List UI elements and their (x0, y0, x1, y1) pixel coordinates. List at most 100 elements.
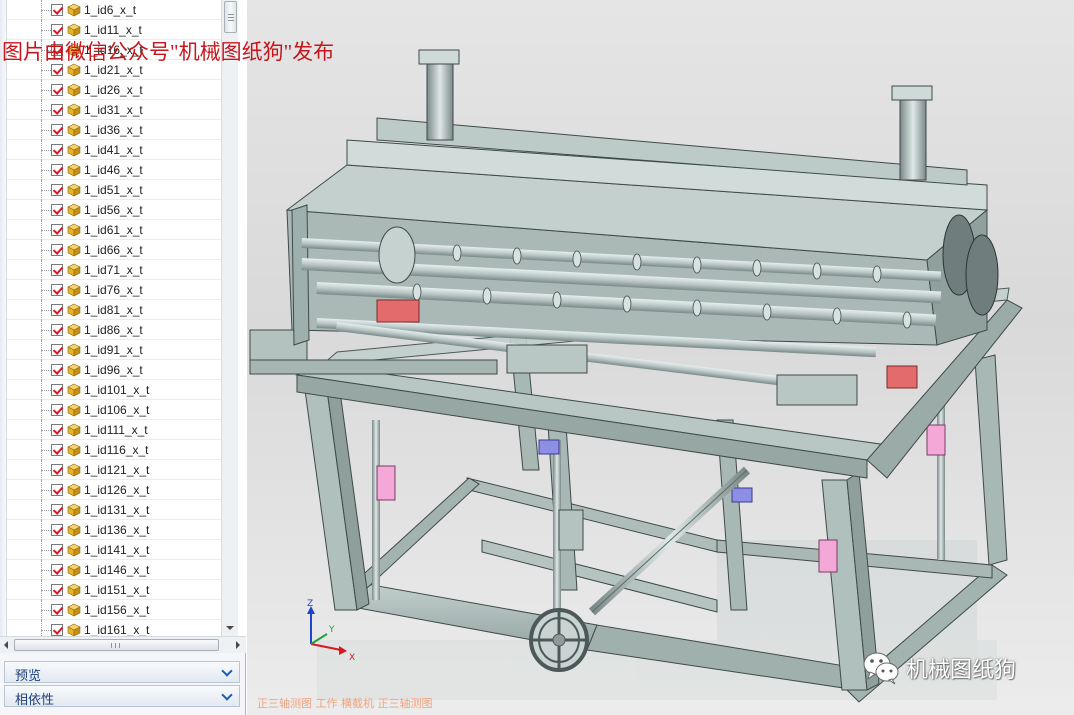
tree-horizontal-scrollbar[interactable] (0, 636, 246, 653)
visibility-checkbox[interactable] (51, 164, 63, 176)
visibility-checkbox[interactable] (51, 584, 63, 596)
chevron-down-icon[interactable] (221, 689, 233, 701)
tree-item-label: 1_id141_x_t (84, 543, 150, 557)
scroll-left-arrow-icon[interactable] (4, 641, 8, 649)
tree-row[interactable]: 1_id46_x_t (7, 160, 221, 180)
tree-row[interactable]: 1_id161_x_t (7, 620, 221, 636)
part-cube-icon (67, 363, 81, 377)
tree-row[interactable]: 1_id141_x_t (7, 540, 221, 560)
tree-connector (41, 610, 51, 611)
tree-row[interactable]: 1_id76_x_t (7, 280, 221, 300)
graphics-viewport[interactable]: Z X Y (247, 0, 1074, 715)
tree-row[interactable]: 1_id151_x_t (7, 580, 221, 600)
part-cube-icon (67, 563, 81, 577)
tree-row[interactable]: 1_id56_x_t (7, 200, 221, 220)
tree-vertical-scrollbar[interactable] (221, 0, 238, 636)
tree-row[interactable]: 1_id106_x_t (7, 400, 221, 420)
visibility-checkbox[interactable] (51, 604, 63, 616)
preview-section[interactable]: 预览 (4, 661, 240, 683)
tree-row[interactable]: 1_id71_x_t (7, 260, 221, 280)
visibility-checkbox[interactable] (51, 444, 63, 456)
tree-row[interactable]: 1_id91_x_t (7, 340, 221, 360)
tree-row[interactable]: 1_id36_x_t (7, 120, 221, 140)
part-cube-icon (67, 623, 81, 636)
visibility-checkbox[interactable] (51, 304, 63, 316)
part-cube-icon (67, 163, 81, 177)
visibility-checkbox[interactable] (51, 324, 63, 336)
visibility-checkbox[interactable] (51, 284, 63, 296)
tree-row[interactable]: 1_id26_x_t (7, 80, 221, 100)
scroll-down-arrow-icon[interactable] (226, 626, 234, 630)
tree-item-label: 1_id126_x_t (84, 483, 150, 497)
visibility-checkbox[interactable] (51, 564, 63, 576)
visibility-checkbox[interactable] (51, 344, 63, 356)
visibility-checkbox[interactable] (51, 244, 63, 256)
visibility-checkbox[interactable] (51, 464, 63, 476)
tree-row[interactable]: 1_id131_x_t (7, 500, 221, 520)
tree-row[interactable]: 1_id146_x_t (7, 560, 221, 580)
tree-row[interactable]: 1_id111_x_t (7, 420, 221, 440)
scrollbar-thumb[interactable] (14, 639, 219, 651)
visibility-checkbox[interactable] (51, 624, 63, 636)
visibility-checkbox[interactable] (51, 184, 63, 196)
visibility-checkbox[interactable] (51, 384, 63, 396)
dependency-section-label: 相依性 (15, 692, 55, 707)
part-cube-icon (67, 263, 81, 277)
tree-item-label: 1_id51_x_t (84, 183, 143, 197)
scrollbar-thumb[interactable] (224, 1, 237, 33)
tree-connector (41, 210, 51, 211)
tree-row[interactable]: 1_id41_x_t (7, 140, 221, 160)
visibility-checkbox[interactable] (51, 84, 63, 96)
tree-connector (41, 530, 51, 531)
visibility-checkbox[interactable] (51, 264, 63, 276)
tree-item-label: 1_id31_x_t (84, 103, 143, 117)
tree-item-label: 1_id156_x_t (84, 603, 150, 617)
tree-row[interactable]: 1_id81_x_t (7, 300, 221, 320)
tree-row[interactable]: 1_id116_x_t (7, 440, 221, 460)
tree-row[interactable]: 1_id156_x_t (7, 600, 221, 620)
tree-connector (41, 250, 51, 251)
wechat-icon (863, 652, 899, 685)
visibility-checkbox[interactable] (51, 524, 63, 536)
visibility-checkbox[interactable] (51, 504, 63, 516)
tree-row[interactable]: 1_id96_x_t (7, 360, 221, 380)
tree-connector (41, 570, 51, 571)
tree-row[interactable]: 1_id66_x_t (7, 240, 221, 260)
tree-item-label: 1_id71_x_t (84, 263, 143, 277)
tree-row[interactable]: 1_id101_x_t (7, 380, 221, 400)
tree-row[interactable]: 1_id126_x_t (7, 480, 221, 500)
visibility-checkbox[interactable] (51, 24, 63, 36)
visibility-checkbox[interactable] (51, 404, 63, 416)
tree-row[interactable]: 1_id136_x_t (7, 520, 221, 540)
tree-connector (41, 310, 51, 311)
visibility-checkbox[interactable] (51, 204, 63, 216)
visibility-checkbox[interactable] (51, 544, 63, 556)
tree-row[interactable]: 1_id61_x_t (7, 220, 221, 240)
tree-row[interactable]: 1_id6_x_t (7, 0, 221, 20)
tree-row[interactable]: 1_id121_x_t (7, 460, 221, 480)
part-cube-icon (67, 3, 81, 17)
part-cube-icon (67, 303, 81, 317)
tree-item-label: 1_id146_x_t (84, 563, 150, 577)
visibility-checkbox[interactable] (51, 124, 63, 136)
visibility-checkbox[interactable] (51, 224, 63, 236)
tree-connector (41, 230, 51, 231)
visibility-checkbox[interactable] (51, 104, 63, 116)
tree-row[interactable]: 1_id86_x_t (7, 320, 221, 340)
part-cube-icon (67, 343, 81, 357)
tree-row[interactable]: 1_id51_x_t (7, 180, 221, 200)
tree-row[interactable]: 1_id31_x_t (7, 100, 221, 120)
visibility-checkbox[interactable] (51, 364, 63, 376)
scroll-right-arrow-icon[interactable] (236, 641, 240, 649)
tree-item-label: 1_id81_x_t (84, 303, 143, 317)
tree-item-label: 1_id46_x_t (84, 163, 143, 177)
visibility-checkbox[interactable] (51, 424, 63, 436)
visibility-checkbox[interactable] (51, 144, 63, 156)
tree-item-label: 1_id91_x_t (84, 343, 143, 357)
visibility-checkbox[interactable] (51, 4, 63, 16)
visibility-checkbox[interactable] (51, 484, 63, 496)
part-cube-icon (67, 503, 81, 517)
chevron-down-icon[interactable] (221, 665, 233, 677)
dependency-section[interactable]: 相依性 (4, 685, 240, 707)
tree-connector (41, 550, 51, 551)
